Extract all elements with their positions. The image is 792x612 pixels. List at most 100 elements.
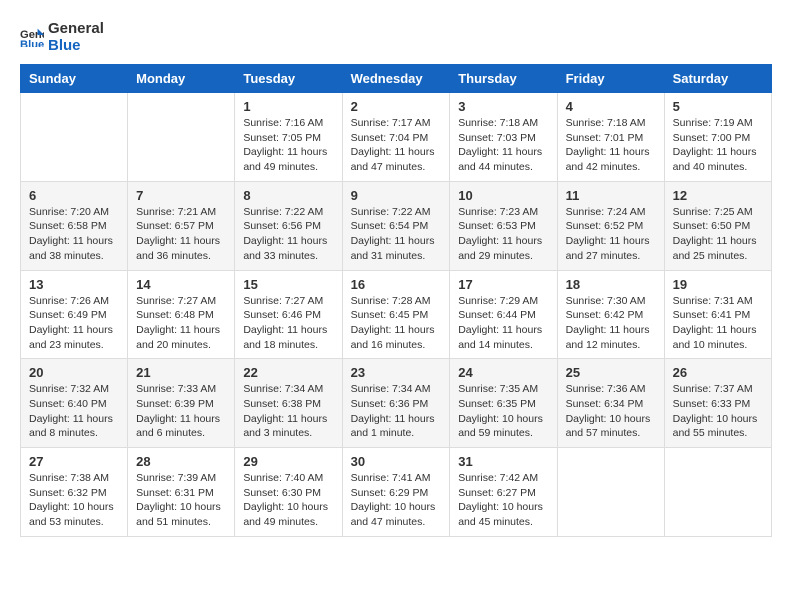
day-info: Sunrise: 7:21 AMSunset: 6:57 PMDaylight:…	[136, 205, 226, 264]
calendar-cell: 17 Sunrise: 7:29 AMSunset: 6:44 PMDayligh…	[450, 270, 557, 359]
day-number: 5	[673, 99, 763, 114]
weekday-header-friday: Friday	[557, 65, 664, 93]
calendar-cell	[664, 448, 771, 537]
calendar-cell: 5 Sunrise: 7:19 AMSunset: 7:00 PMDaylight…	[664, 93, 771, 182]
calendar-cell: 4Sunrise: 7:18 AMSunset: 7:01 PMDaylight…	[557, 93, 664, 182]
calendar-cell: 11Sunrise: 7:24 AMSunset: 6:52 PMDayligh…	[557, 181, 664, 270]
week-row-2: 6 Sunrise: 7:20 AMSunset: 6:58 PMDaylight…	[21, 181, 772, 270]
calendar-cell: 30Sunrise: 7:41 AMSunset: 6:29 PMDayligh…	[342, 448, 450, 537]
week-row-5: 27Sunrise: 7:38 AMSunset: 6:32 PMDayligh…	[21, 448, 772, 537]
day-info: Sunrise: 7:39 AMSunset: 6:31 PMDaylight:…	[136, 471, 226, 530]
calendar-cell: 7 Sunrise: 7:21 AMSunset: 6:57 PMDaylight…	[128, 181, 235, 270]
calendar-cell: 23Sunrise: 7:34 AMSunset: 6:36 PMDayligh…	[342, 359, 450, 448]
calendar-cell: 12 Sunrise: 7:25 AMSunset: 6:50 PMDayligh…	[664, 181, 771, 270]
calendar-cell: 24 Sunrise: 7:35 AMSunset: 6:35 PMDayligh…	[450, 359, 557, 448]
day-number: 1	[243, 99, 333, 114]
day-number: 27	[29, 454, 119, 469]
calendar-cell: 14 Sunrise: 7:27 AMSunset: 6:48 PMDayligh…	[128, 270, 235, 359]
calendar-cell: 26 Sunrise: 7:37 AMSunset: 6:33 PMDayligh…	[664, 359, 771, 448]
day-number: 12	[673, 188, 763, 203]
weekday-header-sunday: Sunday	[21, 65, 128, 93]
day-info: Sunrise: 7:32 AMSunset: 6:40 PMDaylight:…	[29, 382, 119, 441]
day-number: 21	[136, 365, 226, 380]
weekday-header-monday: Monday	[128, 65, 235, 93]
calendar-cell: 27Sunrise: 7:38 AMSunset: 6:32 PMDayligh…	[21, 448, 128, 537]
week-row-1: 1 Sunrise: 7:16 AMSunset: 7:05 PMDaylight…	[21, 93, 772, 182]
day-info: Sunrise: 7:42 AMSunset: 6:27 PMDaylight:…	[458, 471, 548, 530]
day-number: 4	[566, 99, 656, 114]
calendar-cell: 25 Sunrise: 7:36 AMSunset: 6:34 PMDayligh…	[557, 359, 664, 448]
calendar-cell: 3 Sunrise: 7:18 AMSunset: 7:03 PMDaylight…	[450, 93, 557, 182]
day-number: 6	[29, 188, 119, 203]
weekday-header-wednesday: Wednesday	[342, 65, 450, 93]
calendar-cell	[557, 448, 664, 537]
day-info: Sunrise: 7:25 AMSunset: 6:50 PMDaylight:…	[673, 205, 763, 264]
day-info: Sunrise: 7:24 AMSunset: 6:52 PMDaylight:…	[566, 205, 656, 264]
day-info: Sunrise: 7:36 AMSunset: 6:34 PMDaylight:…	[566, 382, 656, 441]
week-row-4: 20 Sunrise: 7:32 AMSunset: 6:40 PMDayligh…	[21, 359, 772, 448]
day-number: 9	[351, 188, 442, 203]
header: General Blue General Blue	[20, 20, 772, 54]
day-info: Sunrise: 7:18 AMSunset: 7:03 PMDaylight:…	[458, 116, 548, 175]
day-info: Sunrise: 7:31 AMSunset: 6:41 PMDaylight:…	[673, 294, 763, 353]
day-info: Sunrise: 7:16 AMSunset: 7:05 PMDaylight:…	[243, 116, 333, 175]
calendar-cell: 28 Sunrise: 7:39 AMSunset: 6:31 PMDayligh…	[128, 448, 235, 537]
day-info: Sunrise: 7:19 AMSunset: 7:00 PMDaylight:…	[673, 116, 763, 175]
day-number: 24	[458, 365, 548, 380]
day-info: Sunrise: 7:33 AMSunset: 6:39 PMDaylight:…	[136, 382, 226, 441]
calendar-cell: 15 Sunrise: 7:27 AMSunset: 6:46 PMDayligh…	[235, 270, 342, 359]
day-info: Sunrise: 7:22 AMSunset: 6:56 PMDaylight:…	[243, 205, 333, 264]
day-info: Sunrise: 7:22 AMSunset: 6:54 PMDaylight:…	[351, 205, 442, 264]
calendar-cell: 1 Sunrise: 7:16 AMSunset: 7:05 PMDaylight…	[235, 93, 342, 182]
day-info: Sunrise: 7:40 AMSunset: 6:30 PMDaylight:…	[243, 471, 333, 530]
calendar-cell: 2 Sunrise: 7:17 AMSunset: 7:04 PMDaylight…	[342, 93, 450, 182]
day-number: 23	[351, 365, 442, 380]
calendar-cell: 18Sunrise: 7:30 AMSunset: 6:42 PMDayligh…	[557, 270, 664, 359]
calendar-cell: 21 Sunrise: 7:33 AMSunset: 6:39 PMDayligh…	[128, 359, 235, 448]
svg-text:Blue: Blue	[20, 39, 44, 47]
day-number: 14	[136, 277, 226, 292]
day-number: 22	[243, 365, 333, 380]
day-info: Sunrise: 7:20 AMSunset: 6:58 PMDaylight:…	[29, 205, 119, 264]
calendar-cell: 20 Sunrise: 7:32 AMSunset: 6:40 PMDayligh…	[21, 359, 128, 448]
day-number: 18	[566, 277, 656, 292]
calendar-cell: 16Sunrise: 7:28 AMSunset: 6:45 PMDayligh…	[342, 270, 450, 359]
day-number: 28	[136, 454, 226, 469]
calendar-cell: 31 Sunrise: 7:42 AMSunset: 6:27 PMDayligh…	[450, 448, 557, 537]
day-number: 3	[458, 99, 548, 114]
day-number: 7	[136, 188, 226, 203]
calendar-cell	[128, 93, 235, 182]
weekday-header-saturday: Saturday	[664, 65, 771, 93]
calendar-cell: 13 Sunrise: 7:26 AMSunset: 6:49 PMDayligh…	[21, 270, 128, 359]
day-info: Sunrise: 7:17 AMSunset: 7:04 PMDaylight:…	[351, 116, 442, 175]
week-row-3: 13 Sunrise: 7:26 AMSunset: 6:49 PMDayligh…	[21, 270, 772, 359]
logo-icon: General Blue	[20, 27, 44, 47]
day-info: Sunrise: 7:26 AMSunset: 6:49 PMDaylight:…	[29, 294, 119, 353]
day-number: 25	[566, 365, 656, 380]
day-info: Sunrise: 7:41 AMSunset: 6:29 PMDaylight:…	[351, 471, 442, 530]
calendar-cell: 8 Sunrise: 7:22 AMSunset: 6:56 PMDaylight…	[235, 181, 342, 270]
day-number: 19	[673, 277, 763, 292]
logo-text-blue: Blue	[48, 37, 104, 54]
day-number: 31	[458, 454, 548, 469]
day-info: Sunrise: 7:27 AMSunset: 6:46 PMDaylight:…	[243, 294, 333, 353]
calendar-cell: 19 Sunrise: 7:31 AMSunset: 6:41 PMDayligh…	[664, 270, 771, 359]
day-number: 2	[351, 99, 442, 114]
day-info: Sunrise: 7:27 AMSunset: 6:48 PMDaylight:…	[136, 294, 226, 353]
day-info: Sunrise: 7:23 AMSunset: 6:53 PMDaylight:…	[458, 205, 548, 264]
day-number: 26	[673, 365, 763, 380]
day-number: 20	[29, 365, 119, 380]
day-number: 8	[243, 188, 333, 203]
calendar-cell	[21, 93, 128, 182]
day-number: 10	[458, 188, 548, 203]
day-info: Sunrise: 7:29 AMSunset: 6:44 PMDaylight:…	[458, 294, 548, 353]
day-number: 13	[29, 277, 119, 292]
day-info: Sunrise: 7:34 AMSunset: 6:38 PMDaylight:…	[243, 382, 333, 441]
weekday-header-row: SundayMondayTuesdayWednesdayThursdayFrid…	[21, 65, 772, 93]
day-info: Sunrise: 7:37 AMSunset: 6:33 PMDaylight:…	[673, 382, 763, 441]
day-number: 15	[243, 277, 333, 292]
weekday-header-tuesday: Tuesday	[235, 65, 342, 93]
calendar-cell: 22 Sunrise: 7:34 AMSunset: 6:38 PMDayligh…	[235, 359, 342, 448]
day-number: 17	[458, 277, 548, 292]
day-info: Sunrise: 7:35 AMSunset: 6:35 PMDaylight:…	[458, 382, 548, 441]
